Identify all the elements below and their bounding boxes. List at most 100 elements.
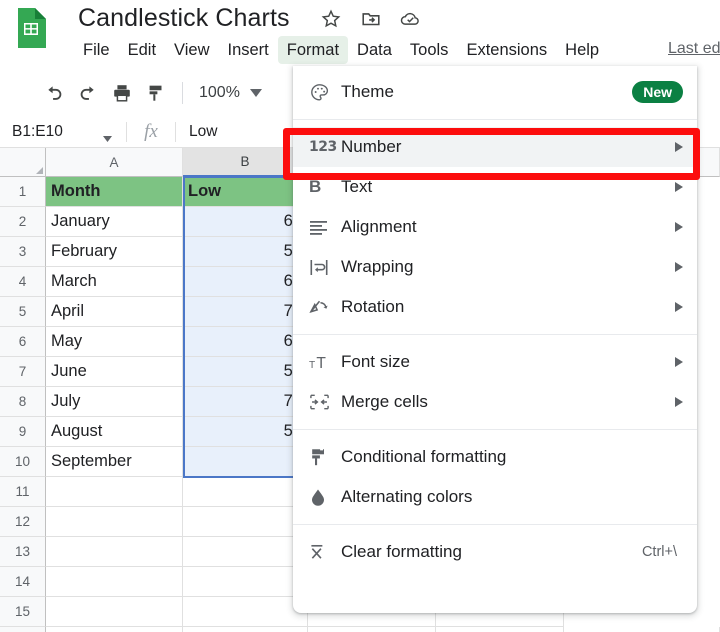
cell-a15[interactable] [46,597,183,627]
number-123-icon: 123 [309,139,337,155]
bold-b-icon: B [309,177,322,196]
row-header[interactable]: 3 [0,237,46,267]
menu-item-rotation[interactable]: Rotation [293,287,697,327]
row-header[interactable]: 9 [0,417,46,447]
row-header[interactable]: 8 [0,387,46,417]
menu-item-alignment[interactable]: Alignment [293,207,697,247]
cell-a1[interactable]: Month [46,177,183,207]
cell-c16[interactable] [308,627,436,632]
row-header[interactable]: 15 [0,597,46,627]
menu-edit[interactable]: Edit [119,36,165,64]
zoom-control[interactable]: 100% [193,78,268,108]
menu-item-label: Merge cells [341,392,428,411]
menu-help[interactable]: Help [556,36,608,64]
menu-bar: File Edit View Insert Format Data Tools … [74,36,608,64]
cell-b14[interactable] [183,567,308,597]
cell-e16[interactable] [564,627,720,632]
row-header[interactable]: 14 [0,567,46,597]
menu-item-wrapping[interactable]: Wrapping [293,247,697,287]
menu-item-font-size[interactable]: T T Font size [293,342,697,382]
cell-b16[interactable] [183,627,308,632]
row-header[interactable]: 7 [0,357,46,387]
menu-item-alternating-colors[interactable]: Alternating colors [293,477,697,517]
cell-a7[interactable]: June [46,357,183,387]
cell-b1[interactable]: Low [183,177,308,207]
cell-a11[interactable] [46,477,183,507]
menu-item-text[interactable]: B Text [293,167,697,207]
row-header[interactable]: 11 [0,477,46,507]
menu-item-label: Alternating colors [341,487,473,506]
cell-a6[interactable]: May [46,327,183,357]
menu-tools[interactable]: Tools [401,36,458,64]
menu-format[interactable]: Format [277,36,349,64]
menu-view[interactable]: View [165,36,218,64]
name-box[interactable]: B1:E10 [0,116,126,148]
cell-a16[interactable] [46,627,183,632]
cell-a4[interactable]: March [46,267,183,297]
paint-format-icon[interactable] [140,77,172,109]
row-header[interactable]: 12 [0,507,46,537]
row-header[interactable]: 2 [0,207,46,237]
menu-file[interactable]: File [74,36,119,64]
cell-a10[interactable]: September [46,447,183,477]
cell-b8[interactable]: 74 [183,387,308,417]
cell-b3[interactable]: 50 [183,237,308,267]
zoom-value: 100% [199,84,240,101]
row-header[interactable]: 13 [0,537,46,567]
cell-a12[interactable] [46,507,183,537]
cell-b10[interactable]: 5 [183,447,308,477]
row-header[interactable]: 1 [0,177,46,207]
cell-a8[interactable]: July [46,387,183,417]
document-title[interactable]: Candlestick Charts [78,4,290,33]
menu-extensions[interactable]: Extensions [457,36,556,64]
row-header[interactable]: 16 [0,627,46,632]
menu-item-clear-formatting[interactable]: Clear formatting Ctrl+\ [293,532,697,572]
row-header[interactable]: 4 [0,267,46,297]
cell-a3[interactable]: February [46,237,183,267]
cell-b9[interactable]: 55 [183,417,308,447]
cell-a14[interactable] [46,567,183,597]
svg-text:T: T [309,360,315,371]
cell-d16[interactable] [436,627,564,632]
star-icon[interactable] [318,6,344,32]
cell-a2[interactable]: January [46,207,183,237]
cell-b11[interactable] [183,477,308,507]
menu-item-theme[interactable]: Theme New [293,72,697,112]
row-header[interactable]: 5 [0,297,46,327]
column-header-a[interactable]: A [46,148,183,177]
cell-b5[interactable]: 75 [183,297,308,327]
chevron-down-icon [249,84,262,102]
cell-b6[interactable]: 60 [183,327,308,357]
menu-item-label: Conditional formatting [341,447,507,466]
cell-a9[interactable]: August [46,417,183,447]
select-all-corner[interactable] [0,148,46,177]
cell-b13[interactable] [183,537,308,567]
palette-icon [309,82,341,103]
undo-icon[interactable] [38,77,70,109]
cell-a13[interactable] [46,537,183,567]
menu-item-number[interactable]: 123 Number [293,127,697,167]
last-edit-label[interactable]: Last edi [668,40,720,58]
cell-b7[interactable]: 59 [183,357,308,387]
svg-text:T: T [316,355,326,371]
move-to-folder-icon[interactable] [358,6,384,32]
cell-b2[interactable]: 67 [183,207,308,237]
cell-b12[interactable] [183,507,308,537]
cloud-check-icon[interactable] [398,6,424,32]
column-header-b[interactable]: B [183,148,308,177]
menu-insert[interactable]: Insert [219,36,278,64]
merge-cells-icon [309,393,341,411]
redo-icon[interactable] [72,77,104,109]
menu-item-conditional-formatting[interactable]: Conditional formatting [293,437,697,477]
print-icon[interactable] [106,77,138,109]
formula-input[interactable]: Low [176,123,217,141]
row-header[interactable]: 6 [0,327,46,357]
alignment-icon [309,219,341,235]
menu-item-merge-cells[interactable]: Merge cells [293,382,697,422]
cell-a5[interactable]: April [46,297,183,327]
cell-b4[interactable]: 62 [183,267,308,297]
row-header[interactable]: 10 [0,447,46,477]
cell-b15[interactable] [183,597,308,627]
menu-data[interactable]: Data [348,36,401,64]
format-menu-dropdown[interactable]: Theme New 123 Number B Text Alignment Wr… [293,66,697,613]
